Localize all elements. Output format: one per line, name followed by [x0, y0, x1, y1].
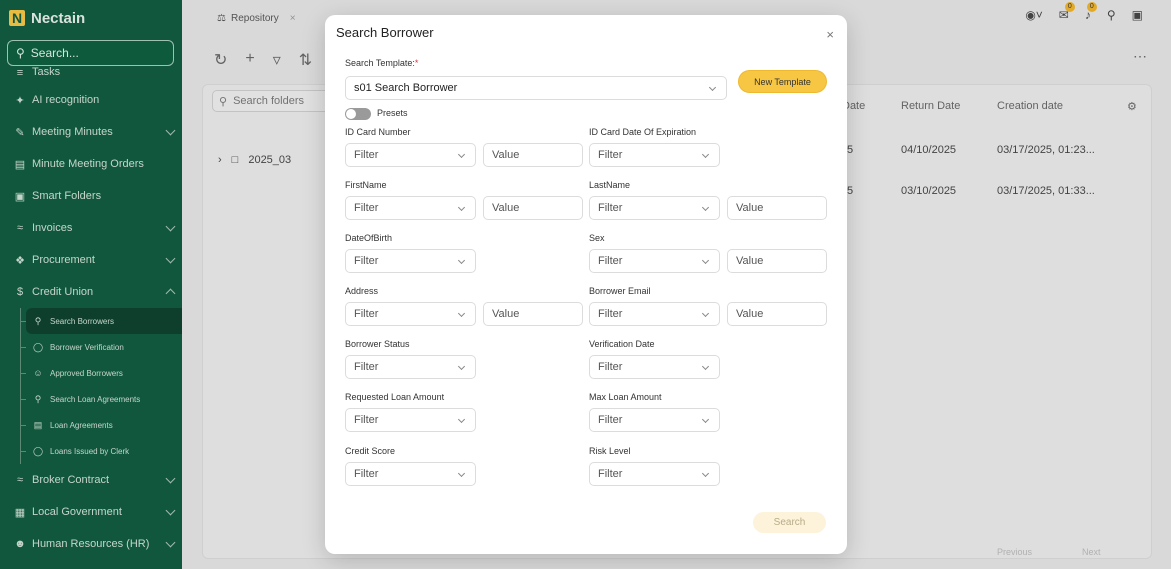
date-of-birth-filter[interactable]: Filter — [345, 249, 476, 273]
presets-toggle[interactable] — [345, 108, 371, 120]
risk-level-filter[interactable]: Filter — [589, 462, 720, 486]
last-name-filter[interactable]: Filter — [589, 196, 720, 220]
id-card-number-filter[interactable]: Filter — [345, 143, 476, 167]
template-label: Search Template:* — [345, 58, 419, 68]
address-value[interactable]: Value — [483, 302, 583, 326]
credit-score-label: Credit Score — [345, 446, 396, 456]
search-icon: ⚲ — [16, 46, 25, 60]
chevron-down-icon — [701, 362, 710, 371]
sex-value[interactable]: Value — [727, 249, 827, 273]
presets-label: Presets — [377, 108, 408, 118]
new-template-button[interactable]: New Template — [738, 70, 827, 93]
search-button[interactable]: Search — [753, 512, 826, 533]
chevron-down-icon — [701, 256, 710, 265]
chevron-down-icon — [701, 309, 710, 318]
borrower-status-label: Borrower Status — [345, 339, 410, 349]
required-mark: * — [414, 58, 419, 68]
template-select[interactable]: s01 Search Borrower — [345, 76, 727, 100]
chevron-down-icon — [701, 203, 710, 212]
chevron-down-icon — [457, 415, 466, 424]
address-filter[interactable]: Filter — [345, 302, 476, 326]
last-name-value[interactable]: Value — [727, 196, 827, 220]
verification-date-label: Verification Date — [589, 339, 655, 349]
last-name-label: LastName — [589, 180, 631, 190]
risk-level-label: Risk Level — [589, 446, 631, 456]
chevron-down-icon — [457, 203, 466, 212]
requested-loan-amount-label: Requested Loan Amount — [345, 392, 445, 402]
borrower-email-label: Borrower Email — [589, 286, 651, 296]
chevron-down-icon — [457, 469, 466, 478]
borrower-email-value[interactable]: Value — [727, 302, 827, 326]
first-name-filter[interactable]: Filter — [345, 196, 476, 220]
search-borrower-dialog: Search Borrower × Search Template:* s01 … — [325, 15, 847, 554]
first-name-value[interactable]: Value — [483, 196, 583, 220]
chevron-down-icon — [457, 256, 466, 265]
borrower-status-filter[interactable]: Filter — [345, 355, 476, 379]
chevron-down-icon — [457, 362, 466, 371]
max-loan-amount-filter[interactable]: Filter — [589, 408, 720, 432]
chevron-down-icon — [457, 309, 466, 318]
chevron-down-icon — [701, 469, 710, 478]
id-card-number-label: ID Card Number — [345, 127, 411, 137]
chevron-down-icon — [457, 150, 466, 159]
sex-filter[interactable]: Filter — [589, 249, 720, 273]
borrower-email-filter[interactable]: Filter — [589, 302, 720, 326]
chevron-down-icon — [701, 150, 710, 159]
first-name-label: FirstName — [345, 180, 387, 190]
address-label: Address — [345, 286, 379, 296]
requested-loan-amount-filter[interactable]: Filter — [345, 408, 476, 432]
chevron-down-icon — [701, 415, 710, 424]
chevron-down-icon — [708, 83, 717, 92]
sex-label: Sex — [589, 233, 605, 243]
id-card-expiration-filter[interactable]: Filter — [589, 143, 720, 167]
dialog-title: Search Borrower — [336, 25, 434, 40]
max-loan-amount-label: Max Loan Amount — [589, 392, 662, 402]
sidebar-search-input[interactable]: ⚲ Search... — [7, 40, 174, 66]
close-icon[interactable]: × — [826, 27, 834, 42]
credit-score-filter[interactable]: Filter — [345, 462, 476, 486]
id-card-expiration-label: ID Card Date Of Expiration — [589, 127, 697, 137]
verification-date-filter[interactable]: Filter — [589, 355, 720, 379]
date-of-birth-label: DateOfBirth — [345, 233, 393, 243]
id-card-number-value[interactable]: Value — [483, 143, 583, 167]
